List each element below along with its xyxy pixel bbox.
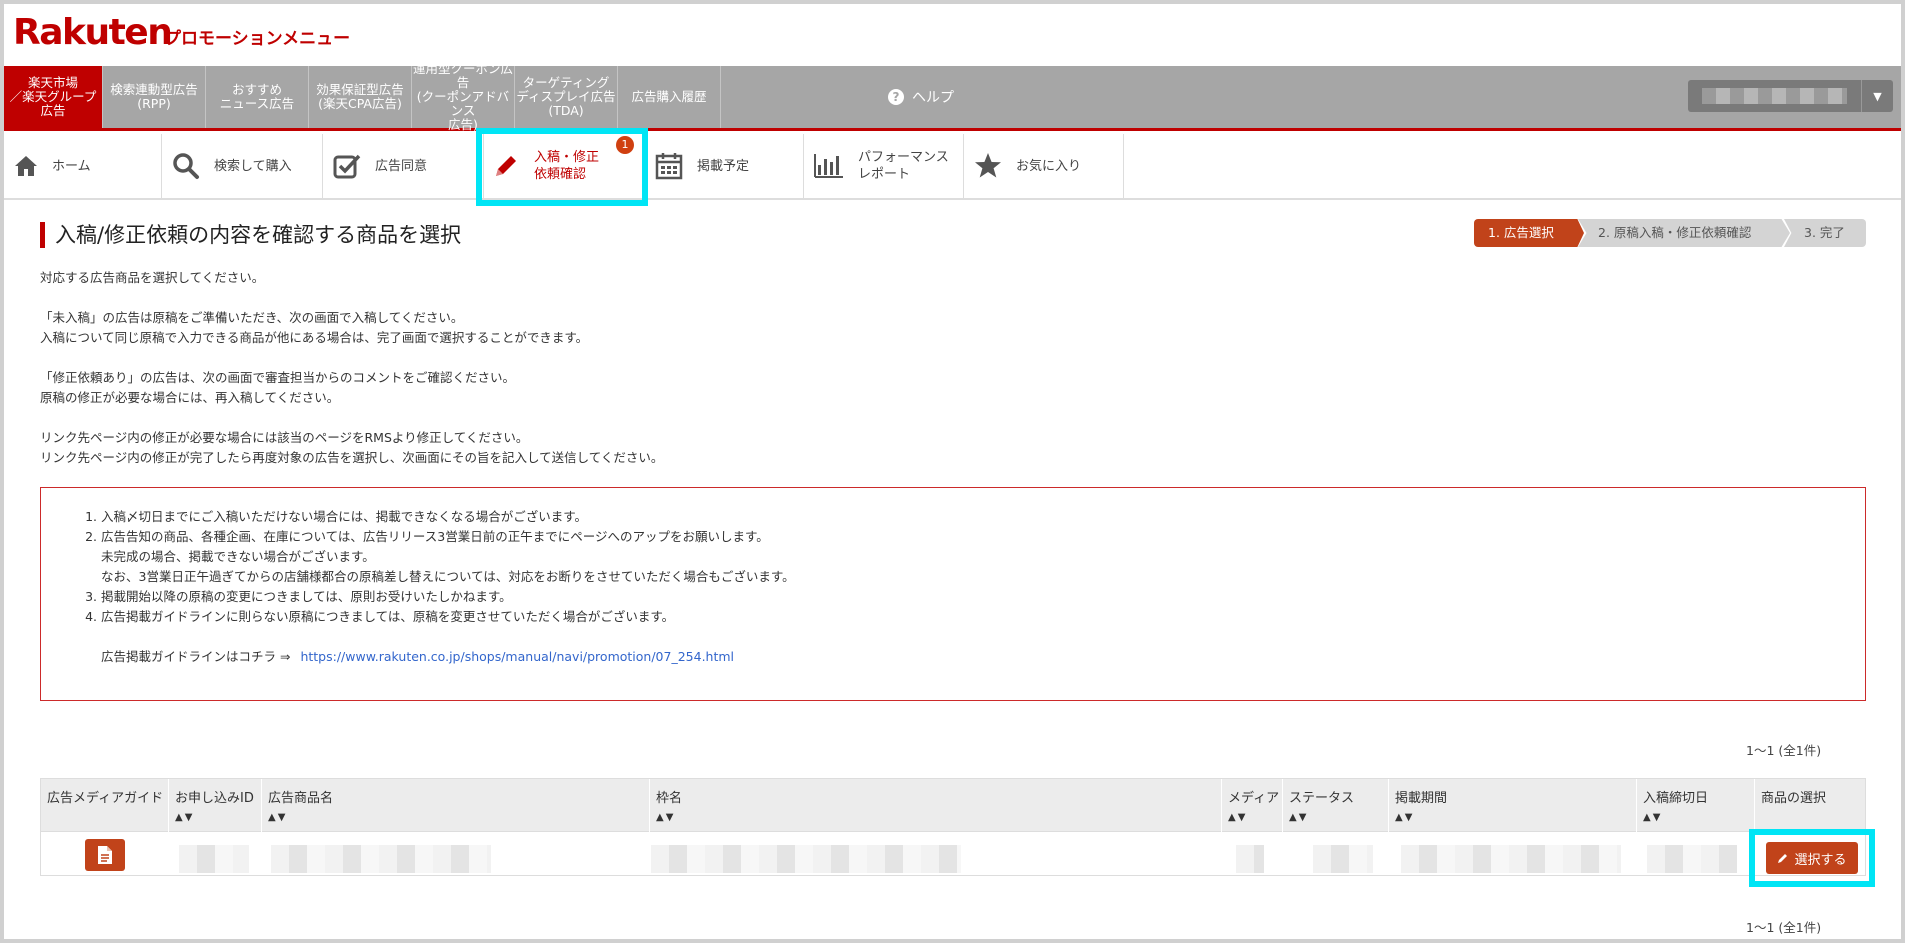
notice-box: 入稿〆切日までにご入稿いただけない場合には、掲載できなくなる場合がございます。 …: [40, 487, 1866, 701]
rakuten-logo[interactable]: Rakuten: [13, 12, 173, 53]
search-icon: [173, 153, 199, 179]
column-header-period[interactable]: 掲載期間 ▲▼: [1389, 779, 1637, 833]
table-header: 広告メディアガイド お申し込みID ▲▼ 広告商品名 ▲▼ 枠名 ▲▼ メディア ▲▼ …: [40, 778, 1866, 833]
header: Rakuten プロモーションメニュー: [4, 4, 1901, 66]
main-nav-item-news[interactable]: おすすめ ニュース広告: [206, 66, 309, 128]
column-header-media-guide: 広告メディアガイド: [41, 779, 169, 833]
sort-arrows-icon: ▲▼: [656, 812, 676, 823]
sub-nav-item-home[interactable]: ホーム: [4, 134, 162, 198]
column-header-application-id[interactable]: お申し込みID ▲▼: [169, 779, 262, 833]
instructions: 対応する広告商品を選択してください。 「未入稿」の広告は原稿をご準備いただき、次…: [40, 268, 663, 468]
sub-nav-item-consent[interactable]: 広告同意: [323, 134, 484, 198]
notice-item: 広告告知の商品、各種企画、在庫については、広告リリース3営業日前の正午までにペー…: [101, 527, 1865, 587]
sub-nav-label: パフォーマンス レポート: [858, 150, 949, 182]
help-label: ヘルプ: [912, 90, 954, 106]
column-header-status[interactable]: ステータス ▲▼: [1283, 779, 1389, 833]
table-row: [40, 832, 1866, 876]
sort-arrows-icon: ▲▼: [1289, 812, 1309, 823]
help-link[interactable]: ? ヘルプ: [888, 66, 954, 128]
step-2: 2. 原稿入稿・修正依頼確認: [1578, 219, 1790, 247]
notification-badge: 1: [616, 136, 634, 154]
instruction-text: 対応する広告商品を選択してください。: [40, 270, 265, 285]
sub-nav-label: ホーム: [52, 158, 91, 174]
column-header-select: 商品の選択: [1761, 791, 1827, 806]
calendar-icon: [655, 153, 683, 180]
column-header-media[interactable]: メディア ▲▼: [1222, 779, 1283, 833]
period-redacted: [1401, 845, 1621, 873]
pencil-icon: [1778, 854, 1788, 863]
instruction-text: 入稿について同じ原稿で入力できる商品が他にある場合は、完了画面で選択することがで…: [40, 330, 589, 345]
main-nav-item-rpp[interactable]: 検索連動型広告 (RPP): [103, 66, 206, 128]
sub-nav-item-favorites[interactable]: お気に入り: [964, 134, 1124, 198]
result-count-bottom: 1～1 (全1件): [1746, 920, 1822, 935]
sub-nav-label: 検索して購入: [214, 158, 292, 174]
product-name-redacted: [271, 845, 491, 873]
instruction-text: 原稿の修正が必要な場合には、再入稿してください。: [40, 390, 340, 405]
page-title: 入稿/修正依頼の内容を確認する商品を選択: [40, 222, 461, 248]
sub-nav: ホーム 検索して購入 広告同意 入稿・修正 依頼確認 掲載予定 パフォーマンス …: [4, 134, 1901, 200]
document-icon: [98, 846, 112, 864]
application-id-redacted: [179, 845, 249, 873]
sub-nav-label: お気に入り: [1016, 158, 1082, 174]
deadline-redacted: [1647, 845, 1737, 873]
instruction-text: 「修正依頼あり」の広告は、次の画面で審査担当からのコメントをご確認ください。: [40, 370, 516, 385]
column-header-slot-name[interactable]: 枠名 ▲▼: [650, 779, 1222, 833]
sort-arrows-icon: ▲▼: [268, 812, 288, 823]
instruction-text: リンク先ページ内の修正が完了したら再度対象の広告を選択し、次画面にその旨を記入し…: [40, 450, 664, 465]
notice-subtext: 未完成の場合、掲載できない場合がございます。: [101, 549, 375, 564]
checkbox-icon: [333, 154, 361, 179]
logo-subtitle: プロモーションメニュー: [164, 29, 351, 49]
guideline-link[interactable]: https://www.rakuten.co.jp/shops/manual/n…: [300, 649, 734, 664]
chevron-down-icon[interactable]: ▼: [1861, 80, 1893, 112]
sub-nav-item-search[interactable]: 検索して購入: [162, 134, 323, 198]
notice-item: 入稿〆切日までにご入稿いただけない場合には、掲載できなくなる場合がございます。: [101, 507, 1865, 527]
sort-arrows-icon: ▲▼: [1643, 812, 1663, 823]
media-redacted: [1236, 845, 1264, 873]
account-dropdown[interactable]: ▼: [1688, 80, 1893, 112]
select-button-label: 選択する: [1794, 852, 1847, 868]
instruction-text: リンク先ページ内の修正が必要な場合には該当のページをRMSより修正してください。: [40, 430, 529, 445]
main-nav-item-history[interactable]: 広告購入履歴: [618, 66, 721, 128]
result-count-top: 1～1 (全1件): [1746, 743, 1822, 758]
sub-nav-label: 掲載予定: [697, 158, 750, 174]
select-button[interactable]: 選択する: [1766, 842, 1858, 874]
step-1: 1. 広告選択: [1474, 219, 1584, 247]
sub-nav-item-report[interactable]: パフォーマンス レポート: [804, 134, 964, 198]
main-nav-item-rakuten-ichiba[interactable]: 楽天市場 ／楽天グループ広告: [4, 66, 103, 128]
sub-nav-label: 広告同意: [375, 158, 428, 174]
main-nav: 楽天市場 ／楽天グループ広告 検索連動型広告 (RPP) おすすめ ニュース広告…: [4, 62, 1901, 132]
notice-item: 広告掲載ガイドラインに則らない原稿につきましては、原稿を変更させていただく場合が…: [101, 607, 1865, 627]
account-name-redacted: [1702, 88, 1847, 104]
sort-arrows-icon: ▲▼: [175, 812, 195, 823]
home-icon: [15, 156, 37, 176]
bar-chart-icon: [814, 154, 843, 178]
notice-subtext: なお、3営業日正午過ぎてからの店舗様都合の原稿差し替えについては、対応をお断りを…: [101, 569, 795, 584]
sort-arrows-icon: ▲▼: [1395, 812, 1415, 823]
main-nav-item-cpa[interactable]: 効果保証型広告 (楽天CPA広告): [309, 66, 412, 128]
status-redacted: [1313, 845, 1373, 873]
guideline-row: 広告掲載ガイドラインはコチラ ⇒ https://www.rakuten.co.…: [85, 647, 1865, 667]
main-nav-item-coupon[interactable]: 運用型クーポン広告 (クーポンアドバンス 広告): [412, 62, 515, 132]
question-icon: ?: [888, 89, 904, 105]
main-nav-item-tda[interactable]: ターゲティング ディスプレイ広告 (TDA): [515, 66, 618, 128]
step-3: 3. 完了: [1784, 219, 1866, 247]
column-header-deadline[interactable]: 入稿締切日 ▲▼: [1637, 779, 1755, 833]
instruction-text: 「未入稿」の広告は原稿をご準備いただき、次の画面で入稿してください。: [40, 310, 464, 325]
sort-arrows-icon: ▲▼: [1228, 812, 1248, 823]
media-guide-button[interactable]: [85, 839, 125, 871]
page: Rakuten プロモーションメニュー 楽天市場 ／楽天グループ広告 検索連動型…: [4, 4, 1901, 939]
column-header-product-name[interactable]: 広告商品名 ▲▼: [262, 779, 650, 833]
star-icon: [975, 153, 1001, 178]
guideline-label: 広告掲載ガイドラインはコチラ ⇒: [101, 649, 291, 664]
sub-nav-item-schedule[interactable]: 掲載予定: [645, 134, 804, 198]
notice-item: 掲載開始以降の原稿の変更につきましては、原則お受けいたしかねます。: [101, 587, 1865, 607]
slot-name-redacted: [651, 845, 961, 873]
